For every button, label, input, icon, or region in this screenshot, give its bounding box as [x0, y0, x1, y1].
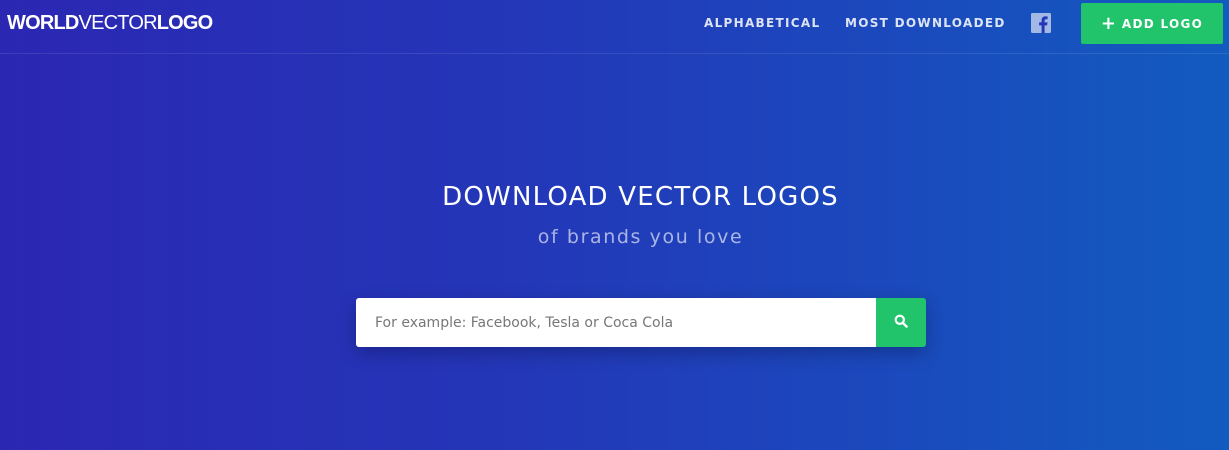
nav-link-alphabetical[interactable]: ALPHABETICAL [704, 15, 820, 31]
logo-logo-text: LOGO [156, 12, 213, 34]
search-input[interactable] [356, 298, 876, 347]
add-logo-button[interactable]: + ADD LOGO [1081, 3, 1223, 44]
plus-icon: + [1100, 12, 1116, 34]
logo-vector-text: VECTOR [78, 12, 158, 34]
search-button[interactable] [876, 298, 926, 347]
logo-world-text: WORLD [7, 12, 79, 34]
top-navbar: WORLDVECTORLOGO ALPHABETICAL MOST DOWNLO… [0, 0, 1229, 54]
site-logo[interactable]: WORLDVECTORLOGO [7, 12, 213, 34]
nav-link-most-downloaded[interactable]: MOST DOWNLOADED [845, 15, 1006, 31]
search-icon [894, 313, 908, 332]
facebook-icon[interactable] [1031, 13, 1051, 33]
hero-subtitle: of brands you love [537, 226, 744, 248]
hero-title: DOWNLOAD VECTOR LOGOS [442, 182, 839, 212]
search-bar [356, 298, 926, 347]
add-logo-label: ADD LOGO [1121, 16, 1204, 31]
